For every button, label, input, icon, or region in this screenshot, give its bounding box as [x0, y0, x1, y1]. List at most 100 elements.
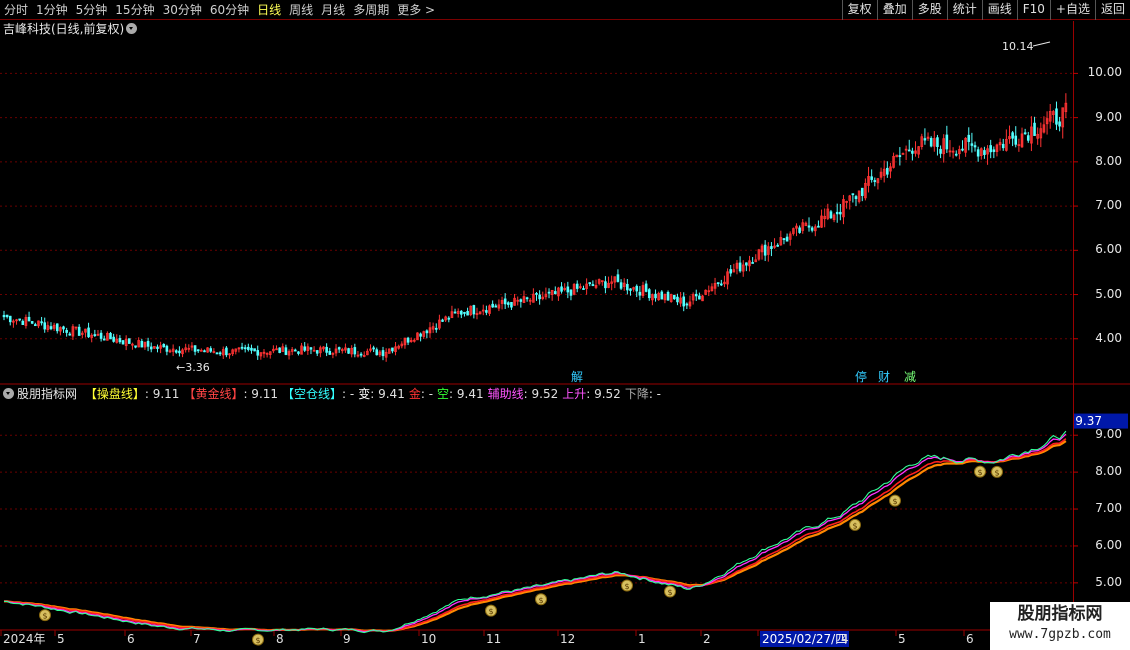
candle-body — [65, 330, 68, 333]
tool-button-5[interactable]: F10 — [1016, 0, 1050, 20]
tool-button-3[interactable]: 统计 — [946, 0, 982, 20]
candle-body — [294, 349, 297, 352]
candlesticks — [2, 93, 1068, 362]
candle-body — [807, 225, 811, 228]
candle-body — [525, 297, 529, 300]
money-bag-icon: $ — [991, 465, 1003, 478]
money-bag-symbol: $ — [852, 521, 857, 530]
candle-body — [156, 346, 159, 349]
period-tab-1[interactable]: 1分钟 — [32, 0, 72, 20]
candle-body — [68, 333, 72, 336]
price-tick-label: 10.00 — [1087, 65, 1122, 80]
tool-button-1[interactable]: 叠加 — [876, 0, 912, 20]
candle-body — [635, 285, 639, 292]
candle-body — [694, 293, 698, 297]
price-panel-title[interactable]: 吉峰科技(日线,前复权) — [3, 21, 138, 37]
candle-body — [629, 288, 632, 291]
candle-body — [247, 346, 250, 350]
candle-body — [591, 284, 595, 286]
candle-body — [983, 150, 986, 155]
candle-body — [325, 346, 328, 353]
candle-body — [560, 286, 563, 292]
date-label-12: 4 — [841, 632, 849, 646]
candle-body — [660, 291, 664, 300]
period-tab-7[interactable]: 周线 — [285, 0, 317, 20]
period-tab-4[interactable]: 30分钟 — [159, 0, 206, 20]
candle-body — [745, 262, 748, 266]
legend-label-8: 下降 — [624, 387, 649, 401]
tool-button-2[interactable]: 多股 — [911, 0, 947, 20]
high-pointer — [1032, 41, 1051, 47]
money-bag-symbol: $ — [488, 607, 493, 616]
candle-body — [30, 321, 34, 324]
candle-body — [970, 143, 974, 146]
date-label-4: 8 — [276, 632, 284, 646]
ma-magenta-line — [4, 433, 1067, 633]
candle-body — [1023, 132, 1027, 135]
price-tick-label: 6.00 — [1095, 242, 1122, 257]
period-tab-6[interactable]: 日线 — [253, 0, 285, 20]
chevron-down-icon[interactable] — [126, 23, 138, 34]
candle-body — [250, 347, 253, 351]
candle-body — [494, 305, 498, 308]
period-tab-3[interactable]: 15分钟 — [111, 0, 158, 20]
candle-body — [538, 294, 541, 300]
candle-body — [907, 149, 911, 152]
money-bag-icon: $ — [889, 494, 901, 507]
period-tab-9[interactable]: 多周期 — [349, 0, 393, 20]
candle-body — [372, 347, 375, 350]
candle-body — [936, 137, 939, 147]
period-tab-0[interactable]: 分时 — [0, 0, 32, 20]
indicator-tick-label: 9.00 — [1095, 427, 1122, 442]
indicator-legend: 【操盘线】: 9.11 【黄金线】: 9.11 【空仓线】: - 变: 9.41 金: … — [81, 387, 661, 401]
legend-label-5: 空 — [437, 387, 450, 401]
money-bag-icon: $ — [252, 633, 264, 646]
tool-button-7[interactable]: 返回 — [1094, 0, 1130, 20]
candle-body — [720, 283, 723, 286]
chevron-down-icon[interactable] — [3, 388, 14, 399]
candle-body — [939, 148, 942, 154]
candle-body — [1033, 122, 1036, 136]
indicator-panel-title[interactable]: 股朋指标网 【操盘线】: 9.11 【黄金线】: 9.11 【空仓线】: - 变: 9… — [3, 386, 661, 402]
candle-body — [716, 282, 720, 285]
watermark-title: 股朋指标网 — [1017, 604, 1103, 624]
date-label-0: 2024年 — [3, 632, 46, 646]
date-label-7: 11 — [486, 632, 502, 646]
candle-body — [134, 345, 137, 348]
candle-body — [1011, 132, 1014, 139]
candle-body — [729, 269, 733, 274]
period-tabs: 分时 1分钟 5分钟 15分钟 30分钟 60分钟 日线 周线 月线 多周期 更多 > — [0, 0, 439, 20]
money-bag-icon: $ — [849, 518, 861, 531]
current-value-label: 9.37 — [1075, 413, 1102, 428]
candle-body — [118, 338, 122, 343]
date-label-2: 6 — [127, 632, 135, 646]
candle-body — [945, 134, 949, 150]
candle-body — [466, 310, 469, 316]
period-tab-2[interactable]: 5分钟 — [72, 0, 112, 20]
period-toolbar: 分时 1分钟 5分钟 15分钟 30分钟 60分钟 日线 周线 月线 多周期 更多 > 复权 叠加 多股… — [0, 0, 1130, 20]
candle-body — [43, 322, 47, 330]
period-tab-10[interactable]: 更多 > — [393, 0, 439, 20]
legend-value-5: : 9.41 — [449, 387, 484, 401]
legend-label-3: 变 — [358, 387, 371, 401]
candle-body — [256, 350, 260, 356]
money-bag-icon: $ — [621, 579, 633, 592]
candle-body — [961, 148, 964, 151]
candle-body — [55, 323, 59, 332]
period-tab-8[interactable]: 月线 — [317, 0, 349, 20]
candle-body — [419, 333, 422, 337]
tool-button-0[interactable]: 复权 — [841, 0, 877, 20]
tool-button-6[interactable]: +自选 — [1049, 0, 1095, 20]
candle-body — [297, 351, 300, 354]
candle-body — [193, 345, 197, 352]
candle-body — [638, 291, 642, 296]
tool-button-4[interactable]: 画线 — [981, 0, 1017, 20]
price-tick-label: 8.00 — [1095, 153, 1122, 168]
kline-chart[interactable]: $ $ $ $ $ $ $ $ $ $10.14 ←3.36 解 停财减 — [0, 21, 1130, 650]
period-tab-5[interactable]: 60分钟 — [206, 0, 253, 20]
legend-value-3: : 9.41 — [370, 387, 405, 401]
candle-body — [989, 145, 992, 153]
legend-label-7: 上升 — [562, 387, 587, 401]
candle-body — [381, 350, 385, 357]
candle-body — [973, 145, 977, 148]
